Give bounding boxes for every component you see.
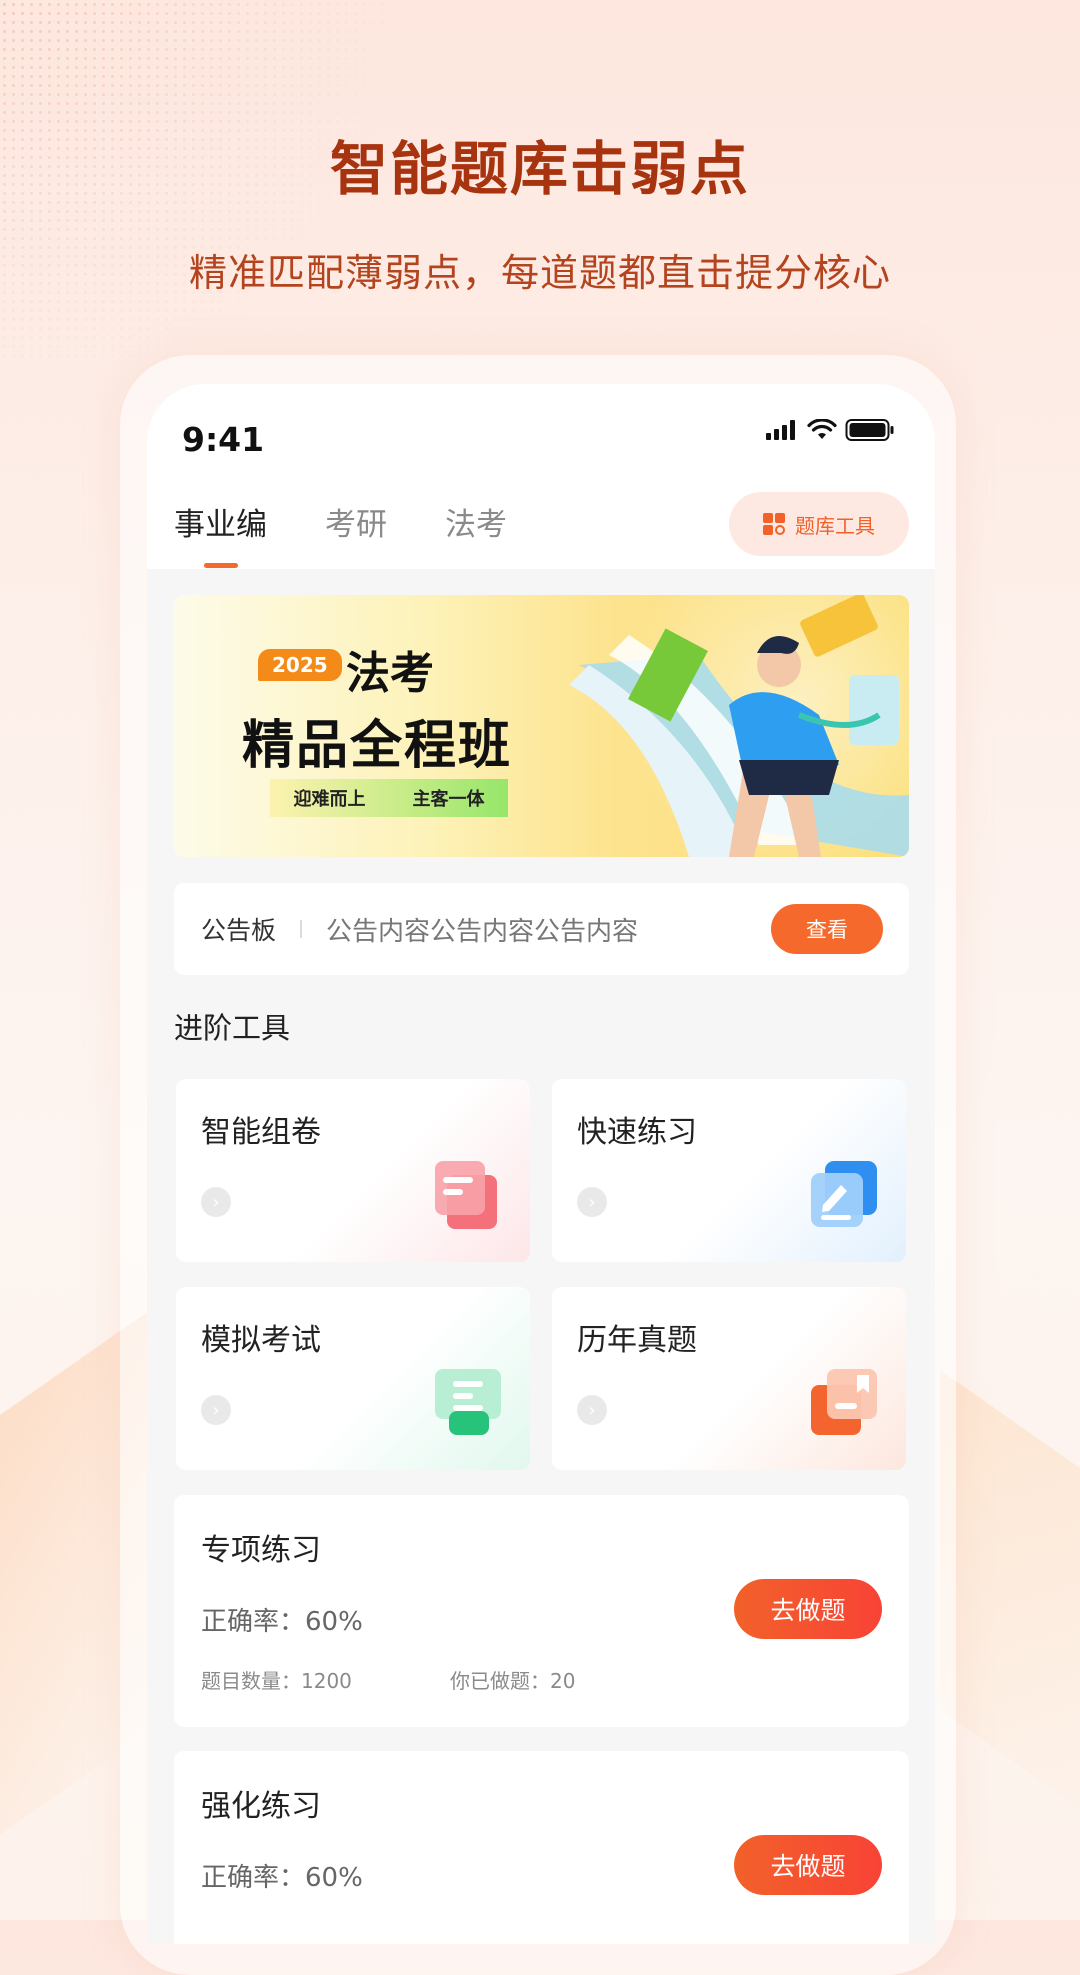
wifi-icon — [807, 419, 837, 439]
notice-label: 公告板 — [201, 916, 277, 945]
practice-card-special: 专项练习 正确率：60% 题目数量：1200 你已做题：20 去做题 — [174, 1495, 909, 1727]
notice-text: 公告内容公告内容公告内容 — [326, 916, 639, 947]
start-practice-button[interactable]: 去做题 — [734, 1579, 882, 1639]
chevron-right-icon: › — [201, 1187, 231, 1217]
notice-divider — [300, 920, 303, 938]
banner-title-line2: 精品全程班 — [242, 716, 513, 776]
chevron-right-icon: › — [201, 1395, 231, 1425]
practice-card-intensive: 强化练习 正确率：60% 去做题 — [174, 1751, 909, 1944]
practice-accuracy: 正确率：60% — [201, 1607, 363, 1637]
edit-practice-icon — [811, 1161, 877, 1227]
tool-card-label: 智能组卷 — [201, 1115, 321, 1150]
category-tabs: 事业编 考研 法考 — [174, 499, 507, 568]
practice-question-count: 题目数量：1200 — [201, 1669, 352, 1693]
compose-paper-icon — [435, 1161, 497, 1229]
status-time: 9:41 — [182, 420, 265, 459]
tab-shiyebian[interactable]: 事业编 — [174, 499, 267, 568]
signal-icon — [766, 420, 795, 440]
battery-icon — [845, 419, 894, 441]
question-bank-tools-label: 题库工具 — [795, 513, 875, 538]
tool-card-past-papers[interactable]: 历年真题 › — [552, 1287, 906, 1470]
tab-fakao[interactable]: 法考 — [445, 499, 507, 568]
background-decoration-right — [940, 1369, 1080, 1851]
banner-title-line1: 法考 — [346, 648, 434, 699]
tab-kaoyan[interactable]: 考研 — [325, 499, 387, 568]
hero-subtitle: 精准匹配薄弱点，每道题都直击提分核心 — [188, 251, 891, 295]
advanced-tools-title: 进阶工具 — [174, 1011, 291, 1045]
notice-board: 公告板 公告内容公告内容公告内容 查看 — [174, 883, 909, 975]
top-bar: 9:41 事业编 考研 法考 题库工具 — [147, 384, 935, 569]
practice-done-count: 你已做题：20 — [450, 1669, 576, 1693]
mock-exam-icon — [435, 1369, 501, 1435]
banner-tag-left: 迎难而上 — [293, 789, 366, 810]
banner-tagline: 迎难而上 主客一体 — [270, 779, 508, 817]
past-papers-icon — [811, 1369, 877, 1435]
start-practice-button[interactable]: 去做题 — [734, 1835, 882, 1895]
tool-card-label: 历年真题 — [577, 1323, 697, 1358]
tool-card-smart-paper[interactable]: 智能组卷 › — [176, 1079, 530, 1262]
banner-tag-right: 主客一体 — [412, 789, 485, 810]
chevron-right-icon: › — [577, 1395, 607, 1425]
promo-banner[interactable]: 2025 法考 精品全程班 迎难而上 主客一体 — [174, 595, 909, 857]
question-bank-tools-button[interactable]: 题库工具 — [729, 492, 909, 556]
grid-icon — [763, 513, 785, 535]
practice-accuracy: 正确率：60% — [201, 1863, 363, 1893]
tool-card-label: 模拟考试 — [201, 1323, 321, 1358]
practice-title: 专项练习 — [201, 1533, 321, 1568]
practice-title: 强化练习 — [201, 1789, 321, 1824]
chevron-right-icon: › — [577, 1187, 607, 1217]
notice-view-button[interactable]: 查看 — [771, 904, 883, 954]
tool-card-label: 快速练习 — [577, 1115, 697, 1150]
banner-illustration — [569, 595, 909, 857]
status-icons — [765, 418, 895, 442]
tool-card-mock-exam[interactable]: 模拟考试 › — [176, 1287, 530, 1470]
year-badge: 2025 — [258, 649, 342, 681]
tool-card-quick-practice[interactable]: 快速练习 › — [552, 1079, 906, 1262]
hero-title: 智能题库击弱点 — [329, 135, 750, 203]
phone-screen: 9:41 事业编 考研 法考 题库工具 2025 法考 精品全程班 迎难而上 主… — [147, 384, 935, 1944]
